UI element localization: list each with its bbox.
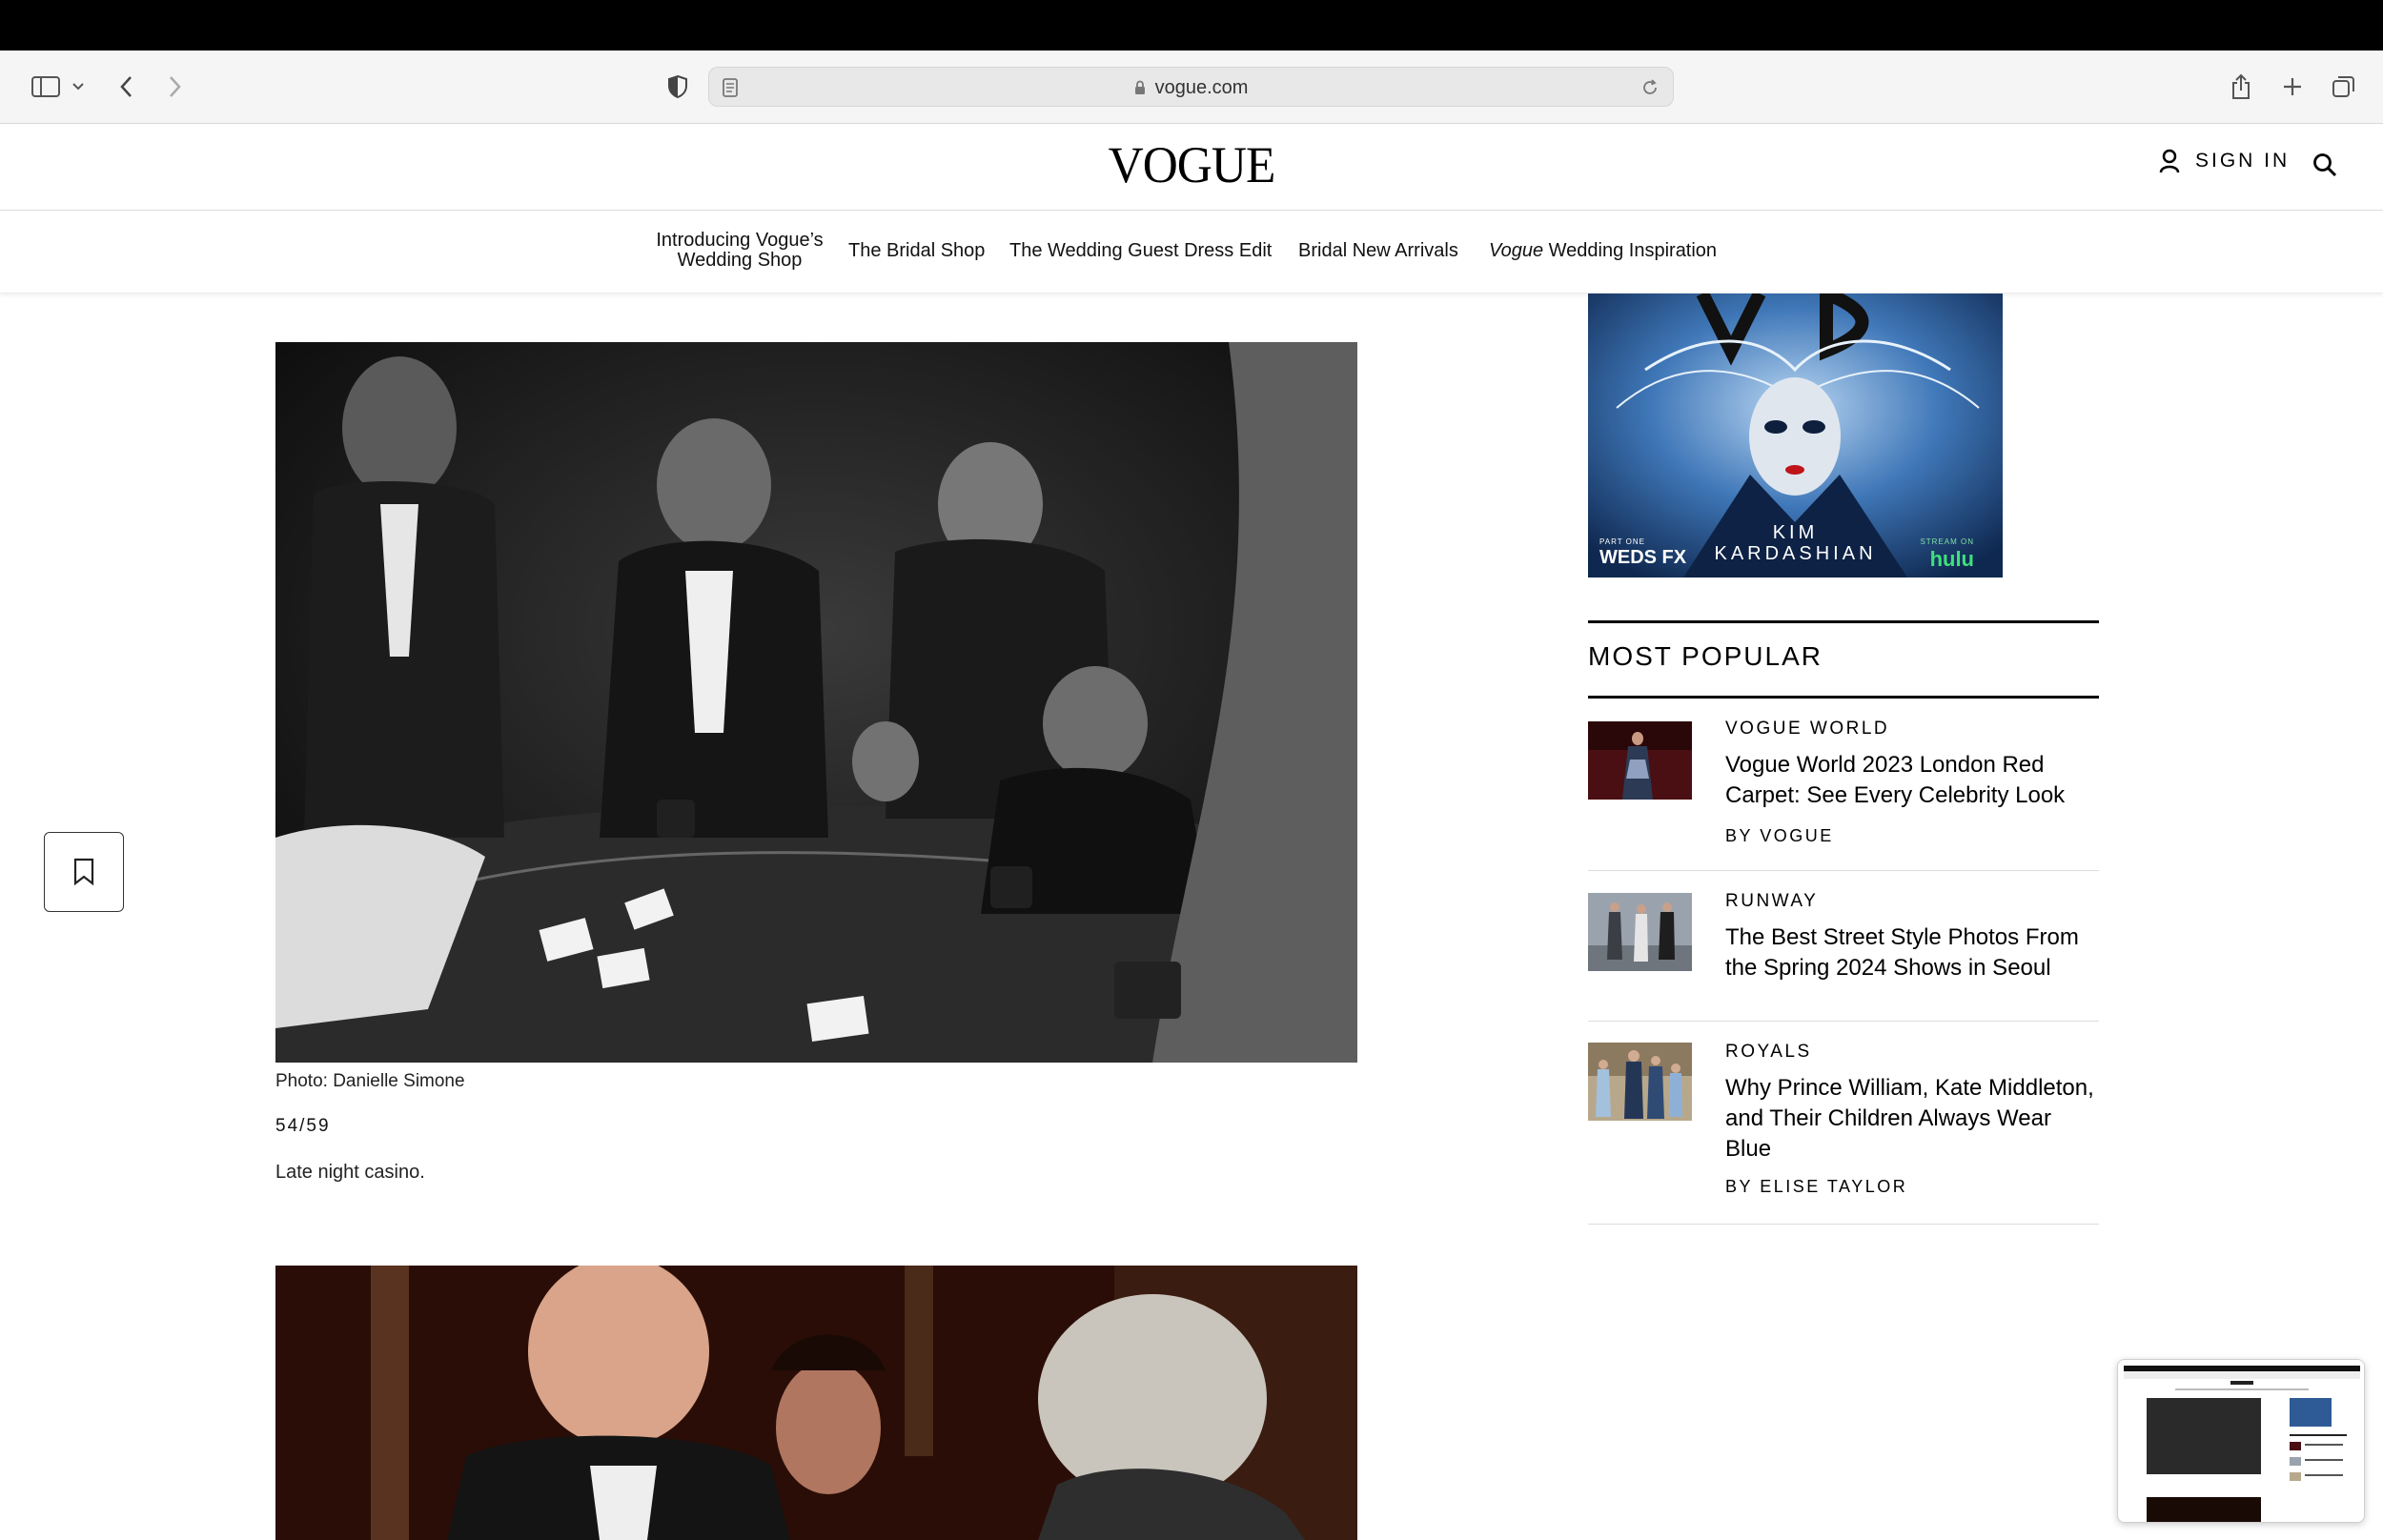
most-popular-title: MOST POPULAR xyxy=(1588,641,1823,671)
chevron-down-icon xyxy=(72,83,84,91)
gallery-photo[interactable] xyxy=(275,342,1357,1063)
party-photo-illustration xyxy=(275,1266,1357,1540)
most-popular-item[interactable]: RUNWAY The Best Street Style Photos From… xyxy=(1588,871,2099,1022)
search-button[interactable] xyxy=(2312,152,2337,182)
user-icon xyxy=(2159,149,2180,173)
nav-item-bridal-new-arrivals[interactable]: Bridal New Arrivals xyxy=(1298,241,1458,261)
article-headline[interactable]: Vogue World 2023 London Red Carpet: See … xyxy=(1725,750,2099,811)
ad-network-top: PART ONE xyxy=(1599,537,1646,546)
photo-credit: Photo: Danielle Simone xyxy=(275,1071,465,1091)
nav-item-bridal-shop[interactable]: The Bridal Shop xyxy=(848,241,985,261)
advertisement[interactable]: KIM KARDASHIAN PART ONE WEDS FX STREAM O… xyxy=(1588,294,2003,578)
article-thumbnail[interactable] xyxy=(1588,721,1692,800)
reload-icon[interactable] xyxy=(1640,78,1660,97)
plus-icon xyxy=(2284,78,2301,95)
back-button[interactable] xyxy=(112,68,141,106)
thumbnail-image xyxy=(1588,893,1692,971)
article-byline: BY ELISE TAYLOR xyxy=(1725,1177,1908,1196)
search-icon xyxy=(2313,153,2337,177)
photo-caption: Late night casino. xyxy=(275,1162,425,1183)
article-headline[interactable]: Why Prince William, Kate Middleton, and … xyxy=(1725,1073,2099,1165)
sidebar-icon xyxy=(31,76,60,97)
nav-item-wedding-inspiration[interactable]: Vogue Wedding Inspiration xyxy=(1489,241,1717,261)
sub-navigation: Introducing Vogue’s Wedding Shop The Bri… xyxy=(0,211,2383,294)
article-category[interactable]: ROYALS xyxy=(1725,1042,1812,1063)
nav-item-label: Wedding Inspiration xyxy=(1543,240,1718,261)
most-popular-item[interactable]: VOGUE WORLD Vogue World 2023 London Red … xyxy=(1588,699,2099,871)
most-popular-item[interactable]: ROYALS Why Prince William, Kate Middleto… xyxy=(1588,1022,2099,1225)
tab-preview-thumbnail[interactable] xyxy=(2117,1359,2365,1523)
thumbnail-image xyxy=(1588,721,1692,800)
casino-photo-illustration xyxy=(275,342,1357,1063)
address-bar[interactable]: vogue.com xyxy=(708,67,1674,107)
gallery-photo-next[interactable] xyxy=(275,1266,1357,1540)
divider xyxy=(1588,620,2099,623)
article-category[interactable]: RUNWAY xyxy=(1725,891,1818,912)
ad-stream-top: STREAM ON xyxy=(1920,537,1974,546)
save-bookmark-button[interactable] xyxy=(44,832,124,912)
url-text: vogue.com xyxy=(1154,76,1249,98)
forward-button[interactable] xyxy=(160,68,189,106)
nav-item-label: Wedding Shop xyxy=(677,250,803,271)
article-byline: BY VOGUE xyxy=(1725,826,1834,845)
thumbnail-image xyxy=(1588,1043,1692,1121)
nav-item-italic: Vogue xyxy=(1489,240,1544,261)
share-button[interactable] xyxy=(2227,68,2255,106)
chevron-right-icon xyxy=(170,76,181,97)
browser-toolbar: vogue.com xyxy=(0,51,2383,124)
nav-item-wedding-shop[interactable]: Introducing Vogue’s Wedding Shop xyxy=(654,231,825,271)
article-thumbnail[interactable] xyxy=(1588,1043,1692,1121)
sign-in-label: SIGN IN xyxy=(2195,150,2291,172)
tabs-icon xyxy=(2332,76,2354,97)
ad-stream: hulu xyxy=(1929,547,1974,571)
article-headline[interactable]: The Best Street Style Photos From the Sp… xyxy=(1725,922,2099,983)
sidebar-toggle-button[interactable] xyxy=(25,68,92,106)
lock-icon xyxy=(1134,80,1145,94)
nav-item-label: Introducing Vogue’s xyxy=(656,230,824,251)
chevron-left-icon xyxy=(120,76,132,97)
sign-in-button[interactable]: SIGN IN xyxy=(2159,149,2290,173)
ad-network: WEDS FX xyxy=(1599,547,1687,568)
vogue-logo[interactable]: VOGUE xyxy=(1101,135,1282,194)
tab-overview-button[interactable] xyxy=(2330,68,2358,106)
new-tab-button[interactable] xyxy=(2278,68,2307,106)
top-black-bar xyxy=(0,0,2383,51)
share-icon xyxy=(2232,73,2250,99)
privacy-shield-button[interactable] xyxy=(663,68,692,106)
article-thumbnail[interactable] xyxy=(1588,893,1692,971)
nav-item-wedding-guest-dress[interactable]: The Wedding Guest Dress Edit xyxy=(1009,241,1272,261)
shield-icon xyxy=(668,74,687,99)
slide-counter: 54/59 xyxy=(275,1116,331,1136)
article-category[interactable]: VOGUE WORLD xyxy=(1725,719,1889,740)
site-header: VOGUE SIGN IN xyxy=(0,124,2383,211)
page-preview-image xyxy=(2118,1360,2364,1522)
bookmark-icon xyxy=(73,858,94,886)
